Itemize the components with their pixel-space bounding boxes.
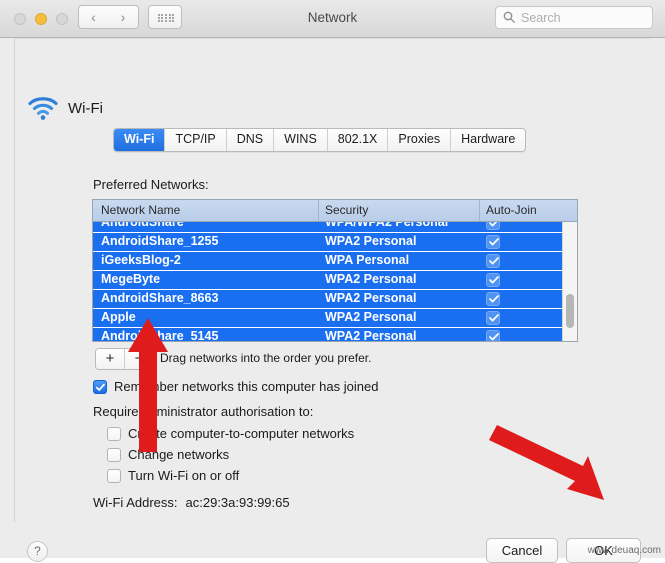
wifi-address-row: Wi-Fi Address: ac:29:3a:93:99:65 xyxy=(93,495,290,510)
table-row[interactable]: AndroidShare_5145 WPA2 Personal xyxy=(93,328,577,341)
site-watermark: www.deuaq.com xyxy=(587,545,661,556)
network-name: AndroidShare_8663 xyxy=(101,291,219,305)
network-name: AndroidShare xyxy=(101,222,184,229)
network-rows: AndroidShare WPA/WPA2 Personal AndroidSh… xyxy=(93,222,577,341)
search-placeholder: Search xyxy=(521,11,561,25)
require-change-networks-checkbox[interactable] xyxy=(107,448,121,462)
auto-join-checkbox[interactable] xyxy=(486,292,500,306)
column-header-auto-join[interactable]: Auto-Join xyxy=(486,203,537,217)
help-button[interactable]: ? xyxy=(27,541,48,562)
check-icon xyxy=(95,383,105,391)
table-row[interactable]: AndroidShare_1255 WPA2 Personal xyxy=(93,233,577,252)
table-row[interactable]: Apple WPA2 Personal xyxy=(93,309,577,328)
check-icon xyxy=(489,276,499,284)
tab-proxies[interactable]: Proxies xyxy=(388,129,452,151)
table-row[interactable]: AndroidShare WPA/WPA2 Personal xyxy=(93,222,577,233)
tab-tcpip[interactable]: TCP/IP xyxy=(165,129,227,151)
left-rail-divider xyxy=(14,38,15,522)
table-row[interactable]: AndroidShare_8663 WPA2 Personal xyxy=(93,290,577,309)
require-toggle-wifi-checkbox[interactable] xyxy=(107,469,121,483)
check-icon xyxy=(489,238,499,246)
auto-join-checkbox[interactable] xyxy=(486,311,500,325)
network-security: WPA Personal xyxy=(325,253,410,267)
check-icon xyxy=(489,333,499,341)
require-admin-label: Require administrator authorisation to: xyxy=(93,404,314,419)
require-change-networks-label: Change networks xyxy=(128,447,230,462)
network-name: AndroidShare_5145 xyxy=(101,329,219,341)
network-preferences-window: ‹ › Network Search Wi-Fi Wi-Fi TCP/IP DN… xyxy=(0,0,665,563)
table-row[interactable]: MegeByte WPA2 Personal xyxy=(93,271,577,290)
tab-8021x[interactable]: 802.1X xyxy=(327,129,389,151)
add-network-button[interactable]: + xyxy=(96,349,124,369)
require-toggle-wifi-label: Turn Wi-Fi on or off xyxy=(128,468,240,483)
cancel-button[interactable]: Cancel xyxy=(486,538,558,563)
search-icon xyxy=(503,11,516,24)
network-security: WPA/WPA2 Personal xyxy=(325,222,449,229)
auto-join-checkbox[interactable] xyxy=(486,330,500,341)
auto-join-checkbox[interactable] xyxy=(486,254,500,268)
wifi-address-label: Wi-Fi Address: xyxy=(93,495,178,510)
header-divider xyxy=(318,200,319,221)
network-name: iGeeksBlog-2 xyxy=(101,253,181,267)
tab-wifi[interactable]: Wi-Fi xyxy=(114,129,166,151)
header-divider xyxy=(479,200,480,221)
network-name: MegeByte xyxy=(101,272,161,286)
wifi-icon xyxy=(28,97,58,120)
auto-join-checkbox[interactable] xyxy=(486,222,500,230)
remove-network-button[interactable]: − xyxy=(124,349,153,369)
auto-join-checkbox[interactable] xyxy=(486,235,500,249)
scrollbar-thumb[interactable] xyxy=(566,294,574,328)
network-security: WPA2 Personal xyxy=(325,329,417,341)
network-list-scrollbar[interactable] xyxy=(562,222,577,341)
preferred-networks-label: Preferred Networks: xyxy=(93,177,209,192)
table-header-row: Network Name Security Auto-Join xyxy=(93,200,577,222)
interface-title: Wi-Fi xyxy=(68,100,103,117)
network-security: WPA2 Personal xyxy=(325,234,417,248)
network-name: Apple xyxy=(101,310,136,324)
tab-hardware[interactable]: Hardware xyxy=(451,129,526,151)
require-create-networks-label: Create computer-to-computer networks xyxy=(128,426,355,441)
tab-dns[interactable]: DNS xyxy=(226,129,275,151)
network-name: AndroidShare_1255 xyxy=(101,234,219,248)
preferred-networks-table[interactable]: Network Name Security Auto-Join AndroidS… xyxy=(92,199,578,342)
add-remove-network-group: + − xyxy=(95,348,154,370)
check-icon xyxy=(489,295,499,303)
preferences-content: Wi-Fi Wi-Fi TCP/IP DNS WINS 802.1X Proxi… xyxy=(0,38,665,563)
auto-join-checkbox[interactable] xyxy=(486,273,500,287)
remember-networks-checkbox[interactable] xyxy=(93,380,107,394)
check-icon xyxy=(489,314,499,322)
column-header-security[interactable]: Security xyxy=(325,203,368,217)
require-create-networks-checkbox[interactable] xyxy=(107,427,121,441)
check-icon xyxy=(489,257,499,265)
drag-order-hint: Drag networks into the order you prefer. xyxy=(160,351,372,365)
table-row[interactable]: iGeeksBlog-2 WPA Personal xyxy=(93,252,577,271)
settings-tabs: Wi-Fi TCP/IP DNS WINS 802.1X Proxies Har… xyxy=(113,128,527,152)
content-top-divider xyxy=(14,38,651,39)
search-input[interactable]: Search xyxy=(495,6,653,29)
window-titlebar: ‹ › Network Search xyxy=(0,0,665,38)
check-icon xyxy=(489,222,498,227)
wifi-address-value: ac:29:3a:93:99:65 xyxy=(185,495,290,510)
network-security: WPA2 Personal xyxy=(325,272,417,286)
remember-networks-label: Remember networks this computer has join… xyxy=(114,379,379,394)
tab-wins[interactable]: WINS xyxy=(274,129,328,151)
network-security: WPA2 Personal xyxy=(325,310,417,324)
network-security: WPA2 Personal xyxy=(325,291,417,305)
column-header-network-name[interactable]: Network Name xyxy=(101,203,180,217)
